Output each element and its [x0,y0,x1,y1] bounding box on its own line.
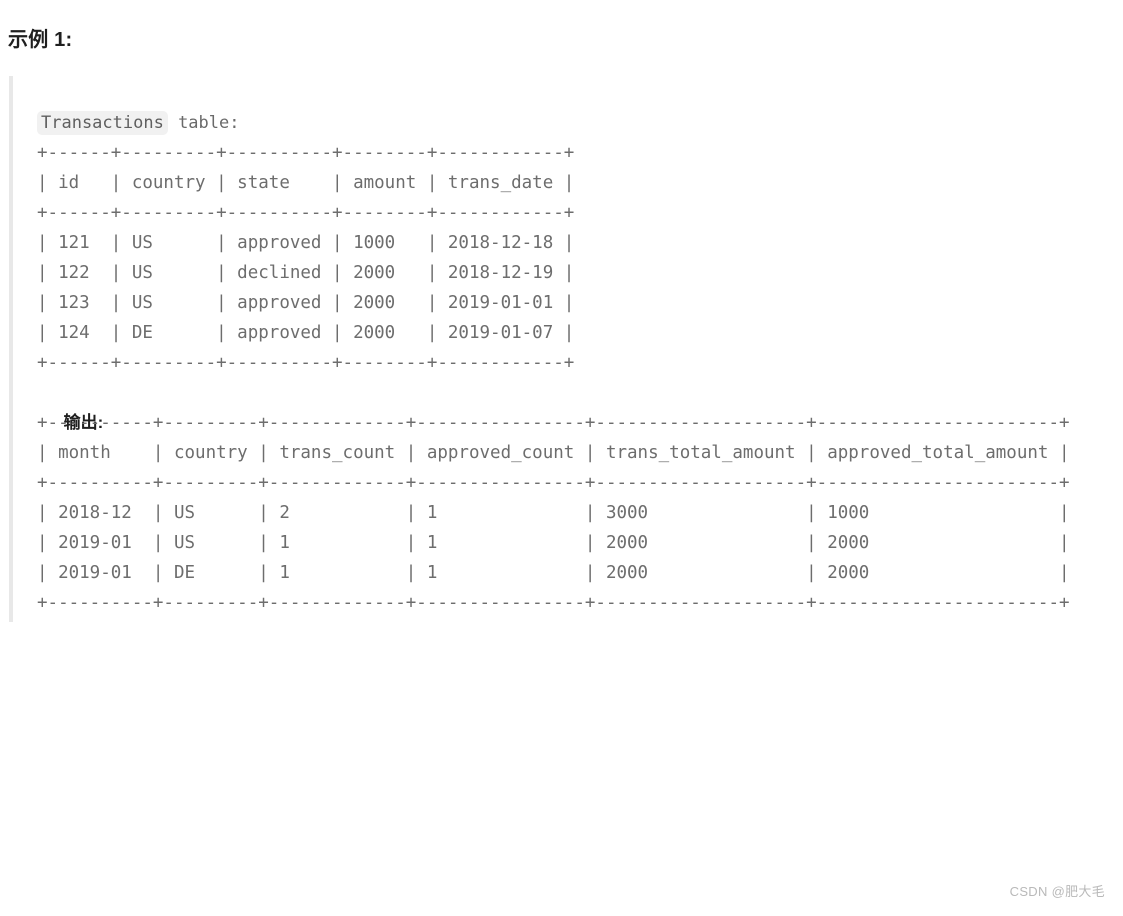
csdn-watermark: CSDN @肥大毛 [1009,884,1105,899]
input-table-title-row: Transactions table: [37,108,1114,138]
input-table-title-suffix: table: [167,113,240,133]
input-label-row: 输入: [37,78,1114,134]
input-ascii-table: +------+---------+----------+--------+--… [37,143,575,373]
page-root: 示例 1: 输入: Transactions table: +------+--… [0,0,1123,916]
output-label-row: 输出: [37,378,1114,432]
output-ascii-table: +----------+---------+-------------+----… [37,413,1070,613]
example-blockquote: 输入: Transactions table: +------+--------… [9,76,1114,622]
input-table-name-code: Transactions [37,111,168,135]
page-title: 示例 1: [8,29,73,51]
